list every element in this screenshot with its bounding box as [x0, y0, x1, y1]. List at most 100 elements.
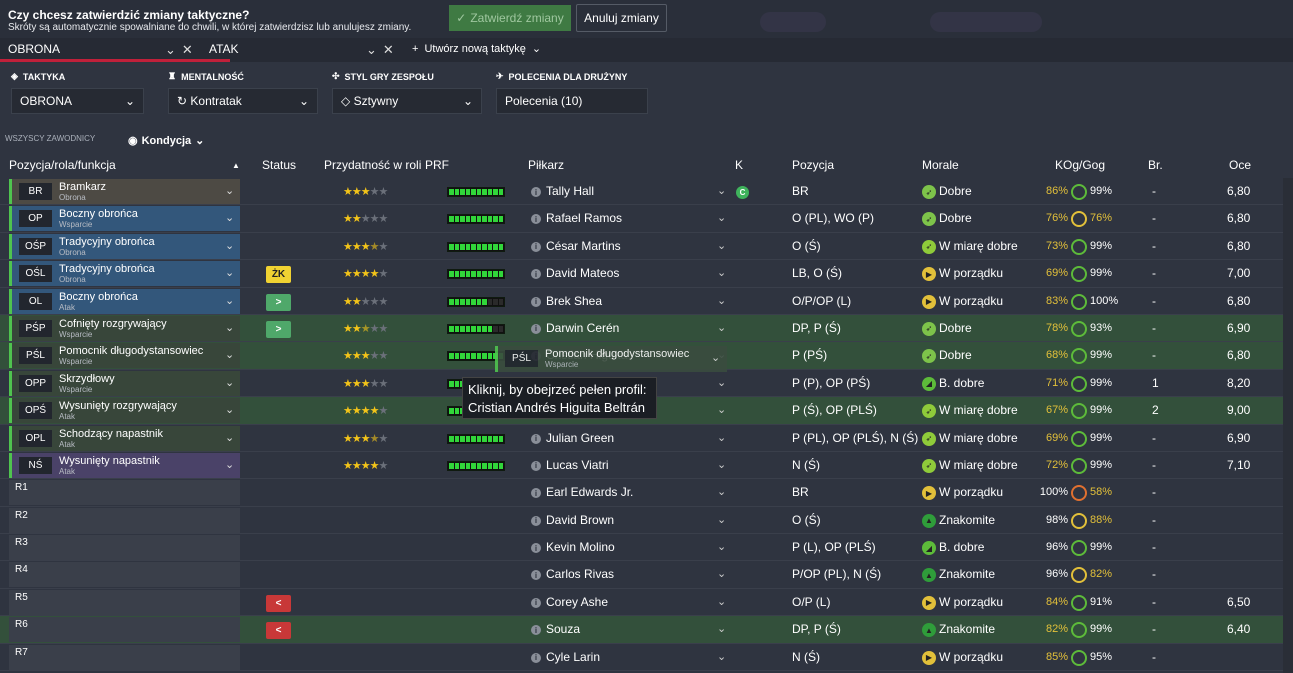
player-name[interactable]: Kevin Molino: [546, 540, 615, 554]
info-icon[interactable]: i: [531, 241, 541, 252]
chevron-down-icon[interactable]: ⌄: [717, 595, 726, 608]
player-name[interactable]: Souza: [546, 622, 580, 636]
reserve-cell[interactable]: R1: [9, 480, 240, 506]
table-row[interactable]: OP Boczny obrońca Wsparcie ⌄ ★★★★★ i Rafael…: [0, 205, 1293, 233]
position-cell[interactable]: OŚL Tradycyjny obrońca Obrona ⌄: [9, 261, 240, 287]
new-tactic-button[interactable]: + Utwórz nową taktykę ⌄: [412, 42, 541, 56]
table-row[interactable]: R5 < i Corey Ashe ⌄ O/P (L) ▶ W porządku 84% 91% -…: [0, 588, 1293, 617]
table-row[interactable]: R7 i Cyle Larin ⌄ N (Ś) ▶ W porządku 85% 95% -: [0, 643, 1293, 672]
position-cell[interactable]: OPP Skrzydłowy Wsparcie ⌄: [9, 370, 240, 396]
arrow-right-icon[interactable]: >: [266, 320, 291, 338]
chevron-down-icon[interactable]: ⌄: [717, 376, 726, 389]
cancel-changes-button[interactable]: Anuluj zmiany: [576, 4, 667, 32]
player-name[interactable]: David Brown: [546, 513, 614, 527]
chevron-down-icon[interactable]: ⌄: [717, 321, 726, 334]
player-name[interactable]: Earl Edwards Jr.: [546, 485, 633, 499]
table-row[interactable]: R2 i David Brown ⌄ O (Ś) ▲ Znakomite 98% 88% -: [0, 506, 1293, 535]
scrollbar[interactable]: [1283, 178, 1293, 673]
arrow-left-icon[interactable]: <: [266, 594, 291, 612]
chevron-down-icon[interactable]: ⌄: [225, 321, 234, 334]
table-row[interactable]: R6 < i Souza ⌄ DP, P (Ś) ▲ Znakomite 82% 99% - 6,40: [0, 616, 1293, 644]
table-row[interactable]: NŚ Wysunięty napastnik Atak ⌄ ★★★★★ i Lucas…: [0, 451, 1293, 480]
style-select[interactable]: ◇ Sztywny ⌄: [332, 88, 482, 114]
table-row[interactable]: R4 i Carlos Rivas ⌄ P/OP (PL), N (Ś) ▲ Znakomi…: [0, 561, 1293, 589]
chevron-down-icon[interactable]: ⌄: [225, 403, 234, 416]
mentality-select[interactable]: ↻ Kontratak ⌄: [168, 88, 318, 114]
chevron-down-icon[interactable]: ⌄: [225, 431, 234, 444]
position-cell[interactable]: PŚP Cofnięty rozgrywający Wsparcie ⌄: [9, 315, 240, 341]
info-icon[interactable]: i: [531, 296, 541, 307]
chevron-down-icon[interactable]: ⌄: [717, 622, 726, 635]
info-icon[interactable]: i: [531, 570, 541, 581]
info-icon[interactable]: i: [531, 515, 541, 526]
col-suitability[interactable]: Przydatność w roli: [324, 158, 421, 172]
arrow-left-icon[interactable]: <: [266, 622, 291, 640]
reserve-cell[interactable]: R3: [9, 535, 240, 561]
view-select[interactable]: ◉ Kondycja ⌄: [128, 134, 204, 148]
close-icon[interactable]: ✕: [182, 42, 193, 58]
player-name[interactable]: Rafael Ramos: [546, 211, 622, 225]
chevron-down-icon[interactable]: ⌄: [717, 403, 726, 416]
position-cell[interactable]: NŚ Wysunięty napastnik Atak ⌄: [9, 452, 240, 478]
info-icon[interactable]: i: [531, 543, 541, 554]
position-cell[interactable]: OŚP Tradycyjny obrońca Obrona ⌄: [9, 233, 240, 259]
chevron-down-icon[interactable]: ⌄: [717, 184, 726, 197]
position-cell[interactable]: OPL Schodzący napastnik Atak ⌄: [9, 425, 240, 451]
col-status[interactable]: Status: [262, 158, 296, 172]
chevron-down-icon[interactable]: ⌄: [717, 294, 726, 307]
player-name[interactable]: Lucas Viatri: [546, 458, 608, 472]
chevron-down-icon[interactable]: ⌄: [717, 485, 726, 498]
reserve-cell[interactable]: R6: [9, 617, 240, 643]
close-icon[interactable]: ✕: [383, 42, 394, 58]
chevron-down-icon[interactable]: ⌄: [225, 266, 234, 279]
player-name[interactable]: Darwin Cerén: [546, 321, 619, 335]
chevron-down-icon[interactable]: ⌄: [717, 458, 726, 471]
table-row[interactable]: OL Boczny obrońca Atak ⌄ > ★★★★★ i Brek Shea…: [0, 287, 1293, 315]
info-icon[interactable]: i: [531, 214, 541, 225]
info-icon[interactable]: i: [531, 323, 541, 334]
player-name[interactable]: Julian Green: [546, 431, 614, 445]
col-br[interactable]: Br.: [1148, 158, 1163, 172]
chevron-down-icon[interactable]: ⌄: [225, 348, 234, 361]
player-name[interactable]: Carlos Rivas: [546, 567, 614, 581]
player-name[interactable]: David Mateos: [546, 266, 619, 280]
chevron-down-icon[interactable]: ⌄: [717, 431, 726, 444]
table-row[interactable]: OŚP Tradycyjny obrońca Obrona ⌄ ★★★★★ i Cés…: [0, 232, 1293, 261]
table-row[interactable]: OPL Schodzący napastnik Atak ⌄ ★★★★★ i Juli…: [0, 424, 1293, 452]
info-icon[interactable]: i: [531, 269, 541, 280]
col-prf[interactable]: PRF: [425, 158, 449, 172]
position-cell[interactable]: OPŚ Wysunięty rozgrywający Atak ⌄: [9, 398, 240, 424]
chevron-down-icon[interactable]: ⌄: [717, 266, 726, 279]
position-cell[interactable]: PŚL Pomocnik długodystansowiec Wsparcie …: [9, 343, 240, 369]
reserve-cell[interactable]: R5: [9, 589, 240, 615]
reserve-cell[interactable]: R2: [9, 507, 240, 533]
position-cell[interactable]: BR Bramkarz Obrona ⌄: [9, 179, 240, 204]
position-cell[interactable]: OL Boczny obrońca Atak ⌄: [9, 288, 240, 314]
table-row[interactable]: R1 i Earl Edwards Jr. ⌄ BR ▶ W porządku 100% 58%…: [0, 479, 1293, 507]
col-player[interactable]: Piłkarz: [528, 158, 564, 172]
table-row[interactable]: OŚL Tradycyjny obrońca Obrona ⌄ ŻK ★★★★★ i D…: [0, 260, 1293, 288]
arrow-right-icon[interactable]: >: [266, 293, 291, 311]
col-pos[interactable]: Pozycja: [792, 158, 834, 172]
info-icon[interactable]: i: [531, 187, 541, 197]
table-row[interactable]: BR Bramkarz Obrona ⌄ ★★★★★ i Tally Hall ⌄ C BR…: [0, 178, 1293, 206]
chevron-down-icon[interactable]: ⌄: [225, 458, 234, 471]
confirm-changes-button[interactable]: ✓ Zatwierdź zmiany: [449, 5, 571, 31]
chevron-down-icon[interactable]: ⌄: [717, 567, 726, 580]
table-row[interactable]: PŚP Cofnięty rozgrywający Wsparcie ⌄ > ★★★…: [0, 314, 1293, 343]
player-name[interactable]: Tally Hall: [546, 184, 594, 198]
info-icon[interactable]: i: [531, 652, 541, 663]
chevron-down-icon[interactable]: ⌄: [225, 239, 234, 252]
chevron-down-icon[interactable]: ⌄: [366, 42, 377, 58]
info-icon[interactable]: i: [531, 625, 541, 636]
info-icon[interactable]: i: [531, 488, 541, 499]
chevron-down-icon[interactable]: ⌄: [225, 376, 234, 389]
chevron-down-icon[interactable]: ⌄: [225, 294, 234, 307]
reserve-cell[interactable]: R7: [9, 644, 240, 670]
all-players-filter[interactable]: WSZYSCY ZAWODNICY: [5, 134, 95, 143]
chevron-down-icon[interactable]: ⌄: [717, 513, 726, 526]
player-name[interactable]: Brek Shea: [546, 294, 602, 308]
player-name[interactable]: Corey Ashe: [546, 595, 608, 609]
col-oce[interactable]: Oce: [1229, 158, 1251, 172]
instructions-button[interactable]: Polecenia (10): [496, 88, 648, 114]
